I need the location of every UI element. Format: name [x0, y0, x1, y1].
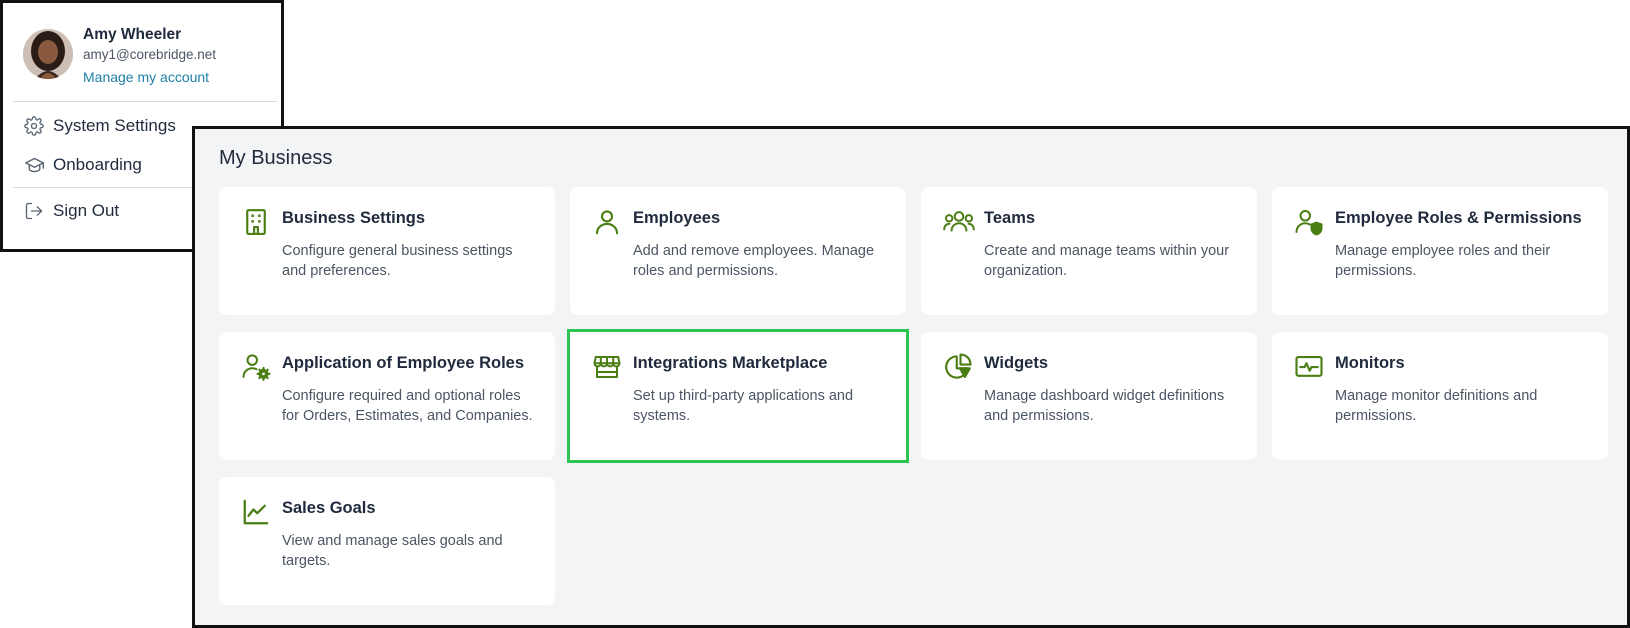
graduation-cap-icon [23, 154, 45, 176]
card-description: Set up third-party applications and syst… [633, 388, 854, 424]
card-description: Add and remove employees. Manage roles a… [633, 243, 875, 279]
user-email: amy1@corebridge.net [83, 47, 217, 62]
card-description: Manage monitor definitions and permissio… [1335, 388, 1538, 424]
card-application-of-employee-roles[interactable]: Application of Employee Roles Configure … [219, 332, 555, 460]
card-description: Configure required and optional roles fo… [282, 388, 533, 424]
user-gear-icon [241, 352, 271, 382]
user-name: Amy Wheeler [83, 26, 182, 43]
card-description: Create and manage teams within your orga… [984, 243, 1230, 279]
card-title: Employee Roles & Permissions [1335, 209, 1582, 227]
menu-item-label: Sign Out [53, 201, 120, 220]
gear-icon [23, 115, 45, 137]
card-description: Manage employee roles and their permissi… [1335, 243, 1551, 279]
card-monitors[interactable]: Monitors Manage monitor definitions and … [1272, 332, 1608, 460]
my-business-panel: My Business Business Settings Configure … [192, 126, 1630, 628]
sign-out-icon [23, 200, 45, 222]
card-description: Manage dashboard widget definitions and … [984, 388, 1225, 424]
card-title: Application of Employee Roles [282, 354, 525, 372]
pie-chart-icon [943, 352, 973, 382]
card-title: Business Settings [282, 209, 426, 227]
card-title: Sales Goals [282, 499, 376, 517]
users-icon [943, 207, 975, 237]
card-title: Teams [984, 209, 1036, 227]
card-business-settings[interactable]: Business Settings Configure general busi… [219, 187, 555, 315]
card-title: Widgets [984, 354, 1049, 372]
card-title: Monitors [1335, 354, 1405, 372]
storefront-icon [592, 352, 622, 382]
avatar [23, 29, 73, 79]
card-employee-roles-permissions[interactable]: Employee Roles & Permissions Manage empl… [1272, 187, 1608, 315]
manage-account-link[interactable]: Manage my account [83, 67, 209, 87]
card-title: Employees [633, 209, 721, 227]
line-chart-icon [241, 497, 271, 527]
user-shield-icon [1294, 207, 1324, 237]
card-description: Configure general business settings and … [282, 243, 513, 279]
card-description: View and manage sales goals and targets. [282, 533, 503, 569]
user-icon [592, 207, 622, 237]
building-icon [241, 207, 271, 237]
monitor-pulse-icon [1294, 352, 1324, 382]
card-title: Integrations Marketplace [633, 354, 828, 372]
card-sales-goals[interactable]: Sales Goals View and manage sales goals … [219, 477, 555, 605]
menu-divider [13, 101, 277, 102]
menu-item-label: System Settings [53, 116, 176, 135]
card-teams[interactable]: Teams Create and manage teams within you… [921, 187, 1257, 315]
card-widgets[interactable]: Widgets Manage dashboard widget definiti… [921, 332, 1257, 460]
menu-item-label: Onboarding [53, 155, 142, 174]
card-integrations-marketplace[interactable]: Integrations Marketplace Set up third-pa… [567, 329, 909, 463]
page-title: My Business [219, 147, 333, 169]
card-employees[interactable]: Employees Add and remove employees. Mana… [570, 187, 906, 315]
